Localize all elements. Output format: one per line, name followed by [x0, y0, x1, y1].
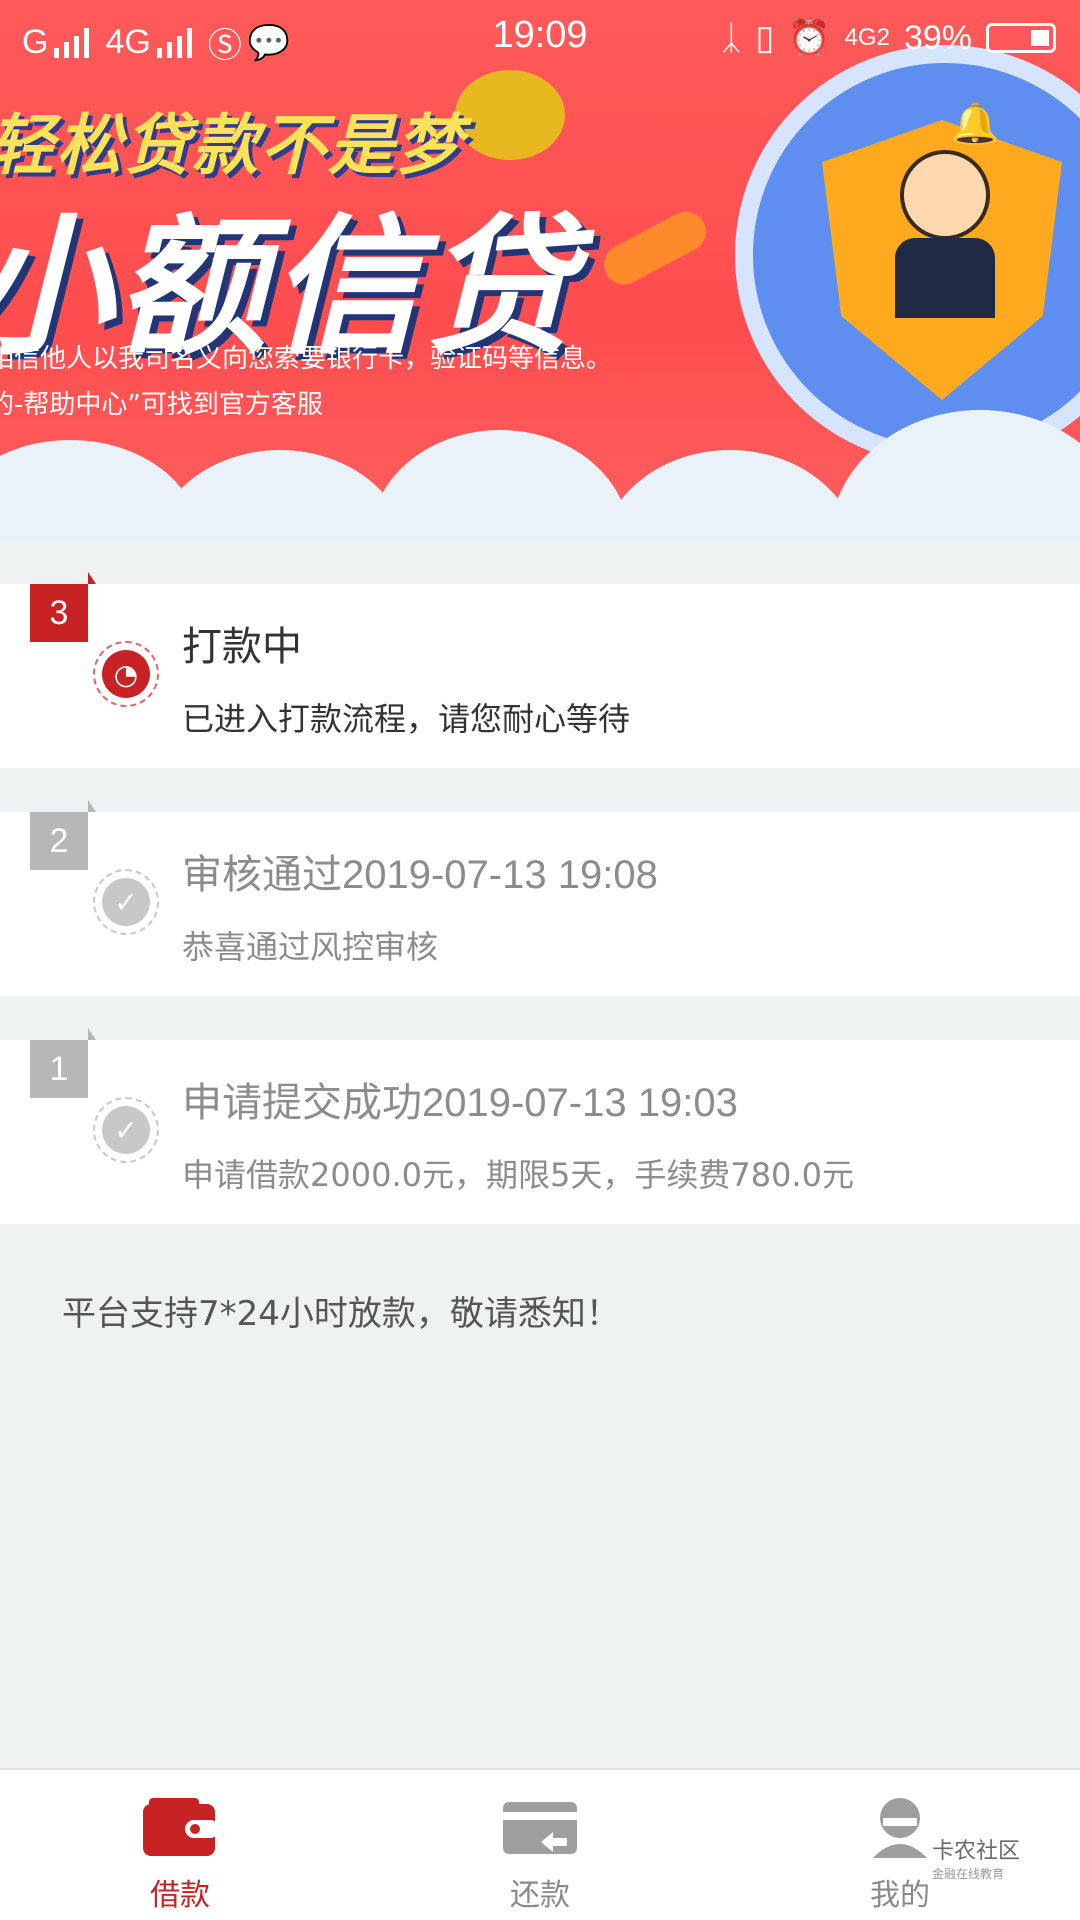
bell-icon: 🔔 — [950, 101, 1000, 147]
tab-repay[interactable]: 还款 — [360, 1770, 720, 1920]
step-number-badge: 3 — [30, 572, 96, 642]
service-notice: 平台支持7*24小时放款，敬请悉知！ — [62, 1294, 620, 1334]
happy-man-graphic — [900, 150, 990, 240]
step-description: 恭喜通过风控审核 — [182, 928, 439, 966]
checkmark-icon: ✓ — [93, 869, 159, 935]
watermark-logo: 卡农社区 金融在线教育 — [931, 1839, 1020, 1881]
repay-card-icon — [503, 1802, 577, 1854]
progress-step-3: 3 ◔ 打款中 已进入打款流程，请您耐心等待 — [0, 572, 1080, 768]
checkmark-icon: ✓ — [93, 1097, 159, 1163]
rocket-graphic — [597, 204, 713, 292]
step-title: 打款中 — [182, 624, 302, 670]
step-number-badge: 1 — [30, 1028, 96, 1098]
tab-label: 我的 — [870, 1878, 930, 1913]
cloud-decoration — [0, 400, 1080, 540]
step-description: 申请借款2000.0元，期限5天，手续费780.0元 — [182, 1156, 854, 1194]
golden-pig-graphic — [455, 70, 565, 160]
suit-graphic — [895, 238, 995, 318]
bluetooth-icon: ᛣ — [721, 18, 742, 57]
alarm-icon: ⏰ — [788, 19, 831, 57]
step-title: 申请提交成功2019-07-13 19:03 — [182, 1081, 738, 1125]
banner-warning-line-1: 相信他人以我司名义向您索要银行卡，验证码等信息。 — [0, 344, 613, 374]
status-bar: G 4G Ⓢ 💬 19:09 ᛣ ▯ ⏰ 4G2 39% — [0, 0, 1080, 76]
clock-icon: ◔ — [93, 641, 159, 707]
vibrate-icon: ▯ — [755, 19, 775, 57]
tab-mine[interactable]: 我的 卡农社区 金融在线教育 — [720, 1770, 1080, 1920]
step-number-badge: 2 — [30, 800, 96, 870]
promo-banner[interactable]: 🔔 轻松贷款不是梦 小额信贷 相信他人以我司名义向您索要银行卡，验证码等信息。 … — [0, 0, 1080, 540]
tab-label: 还款 — [510, 1878, 570, 1913]
bottom-tab-bar: 借款 还款 我的 卡农社区 金融在线教育 — [0, 1768, 1080, 1920]
tab-label: 借款 — [150, 1878, 210, 1913]
wallet-icon — [143, 1798, 219, 1856]
step-description: 已进入打款流程，请您耐心等待 — [182, 700, 631, 738]
network-type-label-2: 4G2 — [844, 24, 890, 51]
battery-percent: 39% — [903, 18, 972, 57]
battery-icon — [986, 23, 1056, 53]
profile-icon — [873, 1798, 927, 1858]
progress-step-1: 1 ✓ 申请提交成功2019-07-13 19:03 申请借款2000.0元，期… — [0, 1028, 1080, 1224]
step-title: 审核通过2019-07-13 19:08 — [182, 853, 658, 897]
progress-step-2: 2 ✓ 审核通过2019-07-13 19:08 恭喜通过风控审核 — [0, 800, 1080, 996]
tab-borrow[interactable]: 借款 — [0, 1770, 360, 1920]
